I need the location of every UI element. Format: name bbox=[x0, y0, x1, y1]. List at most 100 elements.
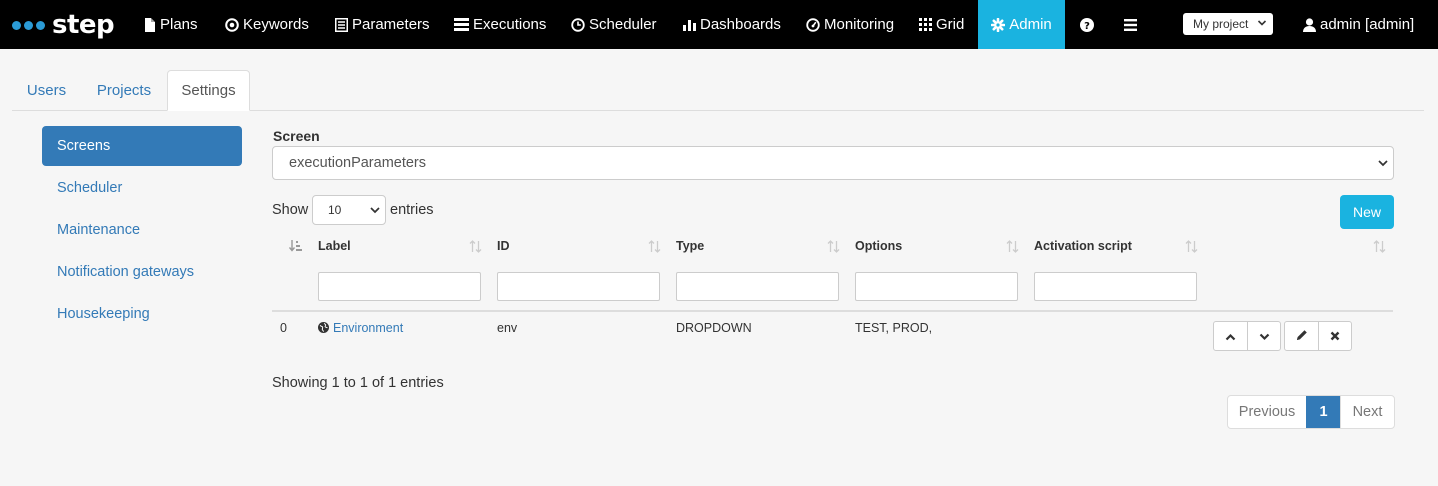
row-type: DROPDOWN bbox=[676, 321, 752, 335]
sort-icon[interactable] bbox=[288, 240, 303, 256]
filter-id-input[interactable] bbox=[497, 272, 660, 301]
logo-text: step bbox=[52, 10, 115, 40]
sort-icon[interactable] bbox=[648, 240, 661, 256]
sidebar-item-housekeeping[interactable]: Housekeeping bbox=[42, 294, 242, 334]
column-header-type[interactable]: Type bbox=[676, 239, 704, 253]
nav-item-label: Admin bbox=[1009, 16, 1052, 33]
filter-options-input[interactable] bbox=[855, 272, 1018, 301]
chevron-down-icon bbox=[1259, 328, 1270, 344]
nav-item-dashboards[interactable]: Dashboards bbox=[683, 0, 781, 49]
page-1-button[interactable]: 1 bbox=[1306, 396, 1340, 428]
sort-icon[interactable] bbox=[827, 240, 840, 256]
row-options: TEST, PROD, bbox=[855, 321, 933, 335]
filter-activation-script-input[interactable] bbox=[1034, 272, 1197, 301]
user-label: admin [admin] bbox=[1320, 16, 1415, 33]
nav-item-keywords[interactable]: Keywords bbox=[225, 0, 309, 49]
grid-icon bbox=[919, 18, 932, 31]
row-index: 0 bbox=[280, 321, 287, 335]
previous-page-button[interactable]: Previous bbox=[1228, 396, 1306, 428]
globe-icon bbox=[318, 322, 329, 336]
nav-item-plans[interactable]: Plans bbox=[144, 0, 198, 49]
user-menu[interactable]: admin [admin] bbox=[1303, 0, 1414, 49]
chevron-down-icon bbox=[369, 203, 381, 220]
nav-item-parameters[interactable]: Parameters bbox=[335, 0, 430, 49]
filter-type-input[interactable] bbox=[676, 272, 839, 301]
nav-item-label: Parameters bbox=[352, 16, 430, 33]
nav-item-monitoring[interactable]: Monitoring bbox=[806, 0, 894, 49]
screen-label: Screen bbox=[273, 128, 320, 144]
target-icon bbox=[225, 17, 239, 32]
dashboard-icon bbox=[806, 17, 820, 32]
nav-item-label: Executions bbox=[473, 16, 547, 33]
next-page-button[interactable]: Next bbox=[1340, 396, 1394, 428]
nav-item-admin[interactable]: Admin bbox=[978, 0, 1065, 49]
nav-item-label: Dashboards bbox=[700, 16, 781, 33]
bar-chart-icon bbox=[683, 18, 696, 31]
step-logo[interactable]: step bbox=[12, 10, 115, 40]
nav-item-grid[interactable]: Grid bbox=[919, 0, 964, 49]
column-header-id[interactable]: ID bbox=[497, 239, 510, 253]
project-select[interactable]: My project bbox=[1183, 13, 1273, 35]
sort-icon[interactable] bbox=[1185, 240, 1198, 256]
row-id: env bbox=[497, 321, 518, 335]
sidebar-item-notification-gateways[interactable]: Notification gateways bbox=[42, 252, 242, 292]
nav-item-label: Scheduler bbox=[589, 16, 657, 33]
edit-delete-button-group bbox=[1284, 321, 1352, 351]
chevron-down-icon bbox=[1257, 16, 1267, 33]
sidebar-item-scheduler[interactable]: Scheduler bbox=[42, 168, 242, 208]
nav-item-label: Grid bbox=[936, 16, 965, 33]
sort-icon[interactable] bbox=[1373, 240, 1386, 256]
tab-projects[interactable]: Projects bbox=[84, 70, 164, 111]
edit-button[interactable] bbox=[1285, 322, 1318, 350]
move-button-group bbox=[1213, 321, 1281, 351]
gear-icon bbox=[991, 17, 1006, 32]
delete-button[interactable] bbox=[1318, 322, 1351, 350]
chevron-up-icon bbox=[1225, 328, 1236, 344]
nav-item-label: Plans bbox=[160, 16, 198, 33]
menu-icon bbox=[1124, 18, 1137, 31]
new-button[interactable]: New bbox=[1340, 195, 1394, 229]
table-header-border bbox=[272, 310, 1393, 312]
list-icon bbox=[335, 17, 348, 32]
column-header-activation-script[interactable]: Activation script bbox=[1034, 239, 1132, 253]
page-length-value: 10 bbox=[328, 203, 342, 217]
pagination: Previous 1 Next bbox=[1227, 395, 1395, 429]
column-header-options[interactable]: Options bbox=[855, 239, 902, 253]
sidebar-item-screens[interactable]: Screens bbox=[42, 126, 242, 166]
entries-label: entries bbox=[390, 202, 434, 218]
pencil-icon bbox=[1296, 328, 1308, 344]
logo-dot bbox=[24, 20, 33, 30]
help-icon: ? bbox=[1080, 17, 1094, 32]
logo-dot bbox=[12, 20, 21, 30]
tasks-icon bbox=[454, 18, 469, 31]
nav-item-executions[interactable]: Executions bbox=[454, 0, 546, 49]
move-down-button[interactable] bbox=[1247, 322, 1280, 350]
menu-button[interactable] bbox=[1124, 0, 1141, 49]
move-up-button[interactable] bbox=[1214, 322, 1247, 350]
tab-users[interactable]: Users bbox=[13, 70, 80, 111]
tab-settings[interactable]: Settings bbox=[167, 70, 250, 111]
table-info: Showing 1 to 1 of 1 entries bbox=[272, 375, 444, 391]
logo-dot bbox=[36, 20, 45, 30]
nav-item-scheduler[interactable]: Scheduler bbox=[571, 0, 657, 49]
filter-label-input[interactable] bbox=[318, 272, 481, 301]
close-icon bbox=[1330, 328, 1340, 344]
user-icon bbox=[1303, 17, 1316, 32]
screen-select-value: executionParameters bbox=[289, 155, 427, 171]
help-button[interactable]: ? bbox=[1080, 0, 1098, 49]
page-length-select[interactable]: 10 bbox=[312, 195, 386, 225]
file-icon bbox=[144, 17, 156, 32]
screen-select[interactable]: executionParameters bbox=[272, 146, 1394, 180]
show-label: Show bbox=[272, 202, 309, 218]
sort-icon[interactable] bbox=[1006, 240, 1019, 256]
sidebar-item-maintenance[interactable]: Maintenance bbox=[42, 210, 242, 250]
project-select-value: My project bbox=[1193, 17, 1249, 31]
row-label-link[interactable]: Environment bbox=[318, 321, 403, 336]
clock-icon bbox=[571, 17, 585, 32]
column-header-label[interactable]: Label bbox=[318, 239, 351, 253]
nav-item-label: Keywords bbox=[243, 16, 309, 33]
row-label-text: Environment bbox=[333, 321, 404, 335]
chevron-down-icon bbox=[1377, 156, 1389, 174]
sort-icon[interactable] bbox=[469, 240, 482, 256]
svg-text:?: ? bbox=[1084, 21, 1090, 32]
